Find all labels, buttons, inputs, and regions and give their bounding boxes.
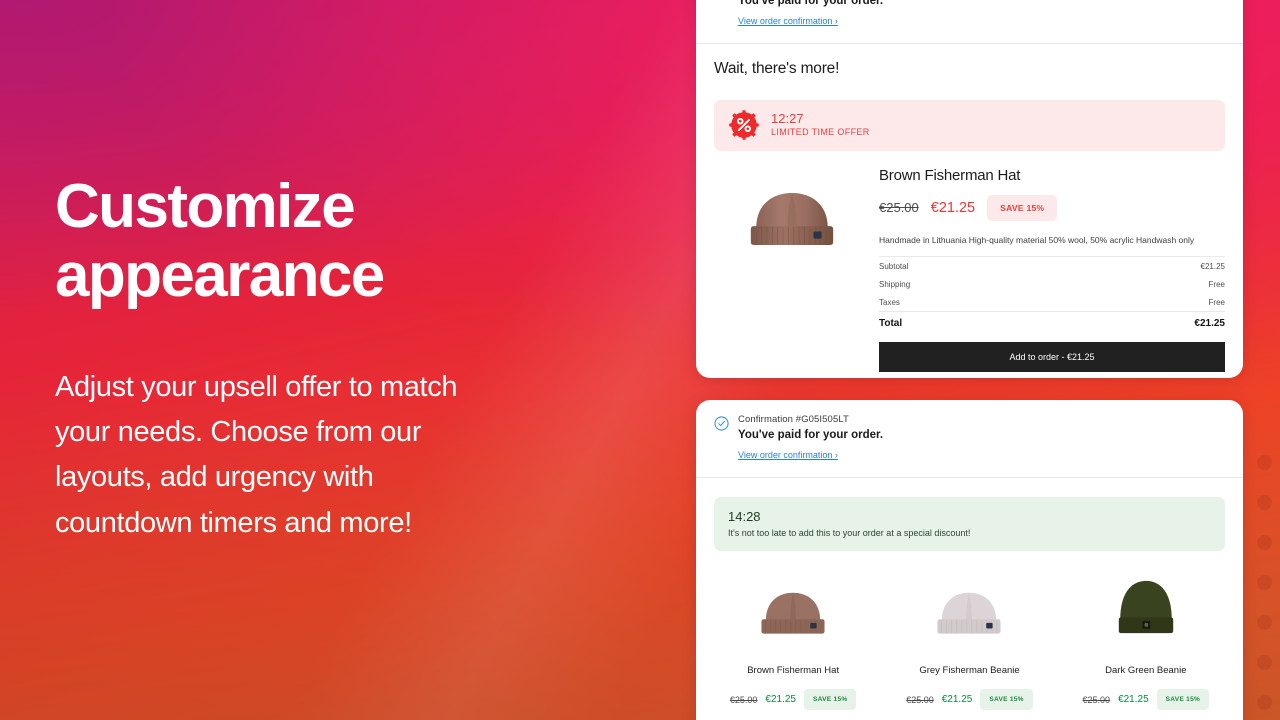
countdown-time: 14:28: [728, 508, 761, 524]
countdown-label: LIMITED TIME OFFER: [771, 127, 870, 138]
price-original: €25.00: [1082, 694, 1111, 705]
price-original: €25.00: [729, 694, 758, 705]
product-description: Handmade in Lithuania High-quality mater…: [879, 234, 1195, 245]
product-card: Brown Fisherman Hat €25.00 €21.25 SAVE 1…: [714, 579, 872, 720]
save-badge: SAVE 15%: [987, 194, 1058, 221]
price-discounted: €21.25: [941, 694, 973, 706]
product-name: Dark Green Beanie: [1105, 665, 1187, 677]
product-card: Grey Fisherman Beanie €25.00 €21.25 SAVE…: [890, 579, 1048, 720]
price-original: €25.00: [879, 200, 919, 216]
price-discounted: €21.25: [930, 199, 976, 216]
countdown-time: 12:27: [771, 111, 804, 127]
summary-row: Shipping Free: [879, 275, 1225, 293]
view-order-confirmation-link[interactable]: View order confirmation ›: [738, 449, 838, 461]
header-divider: [696, 476, 1243, 478]
countdown-timer-banner: 14:28 It's not too late to add this to y…: [714, 496, 1225, 552]
total-value: €21.25: [1194, 317, 1225, 329]
product-image-grey-fisherman-beanie: [890, 579, 1048, 641]
promo-copy: Customize appearance Adjust your upsell …: [55, 172, 667, 546]
summary-value: €21.25: [1200, 261, 1225, 271]
percent-badge-icon: [728, 109, 760, 141]
product-detail-row: Brown Fisherman Hat €25.00 €21.25 SAVE 1…: [714, 167, 1225, 372]
order-confirmation-header: Confirmation #G05I505LT You've paid for …: [696, 400, 1243, 477]
paid-message: You've paid for your order.: [738, 0, 884, 7]
summary-label: Taxes: [879, 297, 900, 307]
save-badge: SAVE 15%: [1156, 689, 1210, 711]
countdown-label: It's not too late to add this to your or…: [728, 528, 971, 539]
product-image-brown-fisherman-hat: [714, 167, 869, 372]
order-summary: Subtotal €21.25 Shipping Free Taxes Free…: [879, 255, 1225, 335]
product-title: Brown Fisherman Hat: [879, 166, 1021, 184]
summary-row: Taxes Free: [879, 293, 1225, 311]
summary-row: Subtotal €21.25: [879, 257, 1225, 275]
price-discounted: €21.25: [765, 694, 796, 706]
product-grid: Brown Fisherman Hat €25.00 €21.25 SAVE 1…: [714, 579, 1225, 720]
order-confirmation-header: Confirmation #G05I505LT You've paid for …: [696, 0, 1243, 43]
price-original: €25.00: [906, 694, 934, 705]
product-name: Brown Fisherman Hat: [747, 665, 840, 677]
summary-total-row: Total €21.25: [879, 312, 1225, 335]
section-title: Wait, there's more!: [714, 59, 840, 77]
page-title: Customize appearance: [55, 172, 385, 311]
price-discounted: €21.25: [1118, 694, 1149, 706]
product-image-brown-fisherman-hat: [714, 579, 872, 641]
decorative-dots: [1251, 455, 1277, 720]
promo-subcopy: Adjust your upsell offer to match your n…: [55, 370, 458, 539]
summary-value: Free: [1208, 279, 1225, 289]
countdown-timer-banner: 12:27 LIMITED TIME OFFER: [714, 99, 1225, 151]
check-circle-icon: [714, 416, 729, 431]
summary-label: Shipping: [879, 279, 911, 289]
view-order-confirmation-link[interactable]: View order confirmation ›: [738, 15, 838, 27]
product-image-dark-green-beanie: [1067, 579, 1225, 641]
paid-message: You've paid for your order.: [738, 428, 884, 441]
product-card: Dark Green Beanie €25.00 €21.25 SAVE 15%…: [1067, 579, 1225, 720]
save-badge: SAVE 15%: [980, 689, 1033, 711]
summary-label: Subtotal: [879, 261, 909, 271]
add-to-order-button[interactable]: Add to order - €21.25: [879, 341, 1225, 372]
save-badge: SAVE 15%: [804, 689, 857, 711]
total-label: Total: [879, 317, 903, 329]
upsell-card-single: Confirmation #G05I505LT You've paid for …: [696, 0, 1243, 378]
product-name: Grey Fisherman Beanie: [919, 665, 1020, 677]
order-id: Confirmation #G05I505LT: [738, 414, 849, 425]
summary-value: Free: [1208, 297, 1225, 307]
upsell-card-grid: Confirmation #G05I505LT You've paid for …: [696, 400, 1243, 720]
